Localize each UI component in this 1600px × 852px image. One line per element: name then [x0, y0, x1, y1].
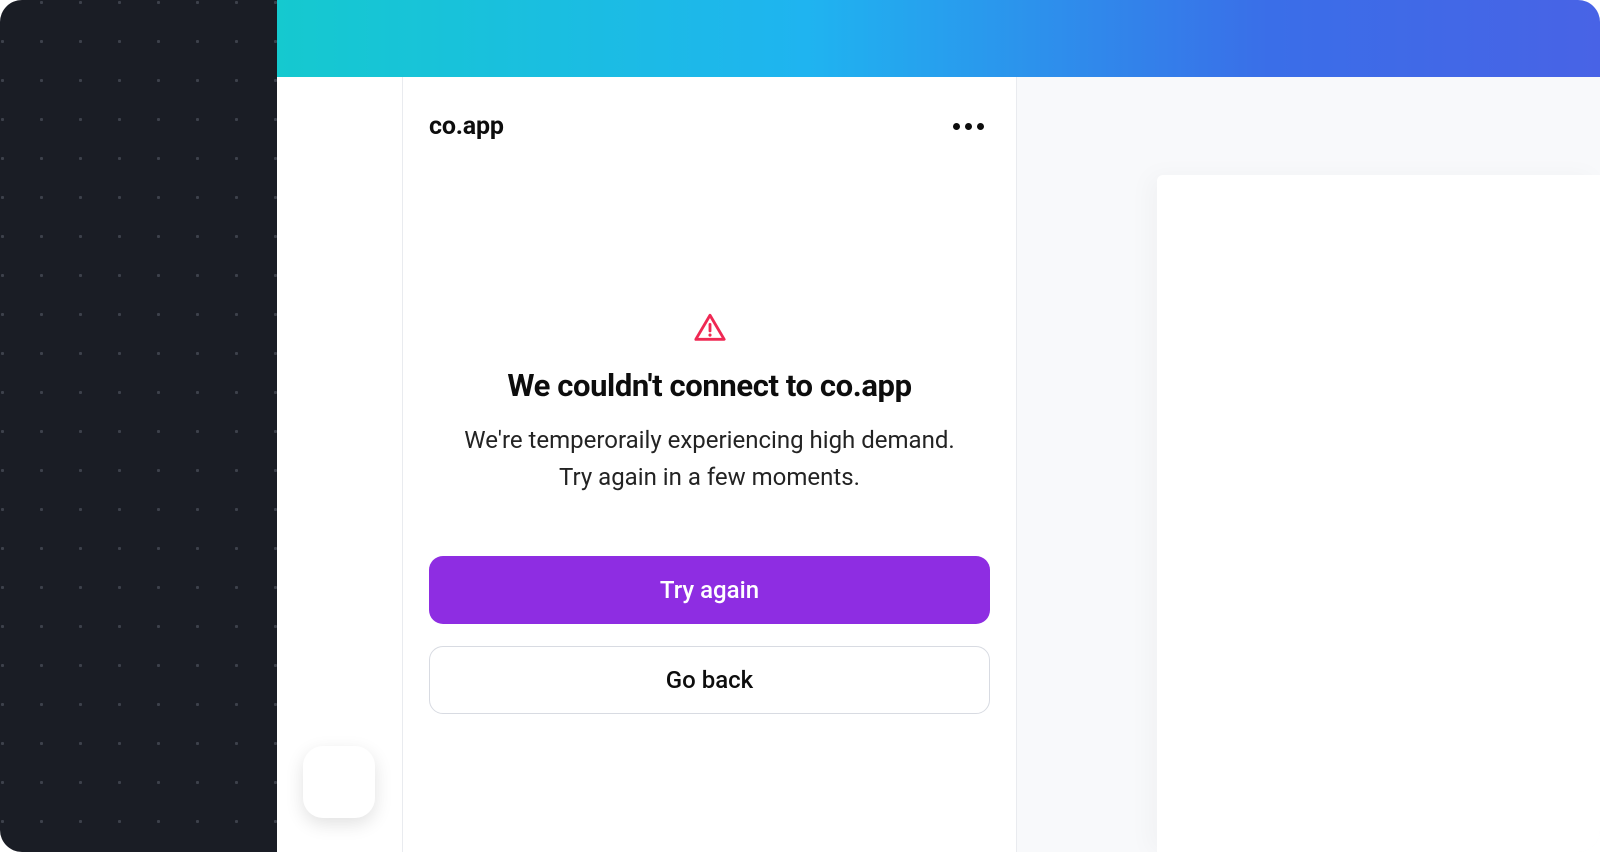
app-title: co.app — [429, 112, 504, 141]
dialog-body: We couldn't connect to co.app We're temp… — [429, 161, 990, 714]
error-dialog-panel: co.app We couldn't connect to co.app — [277, 77, 1017, 852]
dialog-inner: co.app We couldn't connect to co.app — [402, 77, 1016, 852]
dialog-header: co.app — [429, 77, 990, 161]
main-area: co.app We couldn't connect to co.app — [277, 77, 1600, 852]
error-heading: We couldn't connect to co.app — [429, 367, 990, 404]
app-frame: co.app We couldn't connect to co.app — [0, 0, 1600, 852]
right-blank-card — [1157, 175, 1600, 852]
try-again-button[interactable]: Try again — [429, 556, 990, 624]
button-stack: Try again Go back — [429, 556, 990, 714]
more-options-icon[interactable] — [947, 117, 990, 136]
warning-triangle-icon — [693, 311, 727, 349]
sidebar-dark — [0, 0, 277, 852]
error-body-line-2: Try again in a few moments. — [429, 459, 990, 496]
gradient-header — [277, 0, 1600, 77]
go-back-button[interactable]: Go back — [429, 646, 990, 714]
floating-action-button[interactable] — [303, 746, 375, 818]
error-body-line-1: We're temperoraily experiencing high dem… — [429, 422, 990, 459]
